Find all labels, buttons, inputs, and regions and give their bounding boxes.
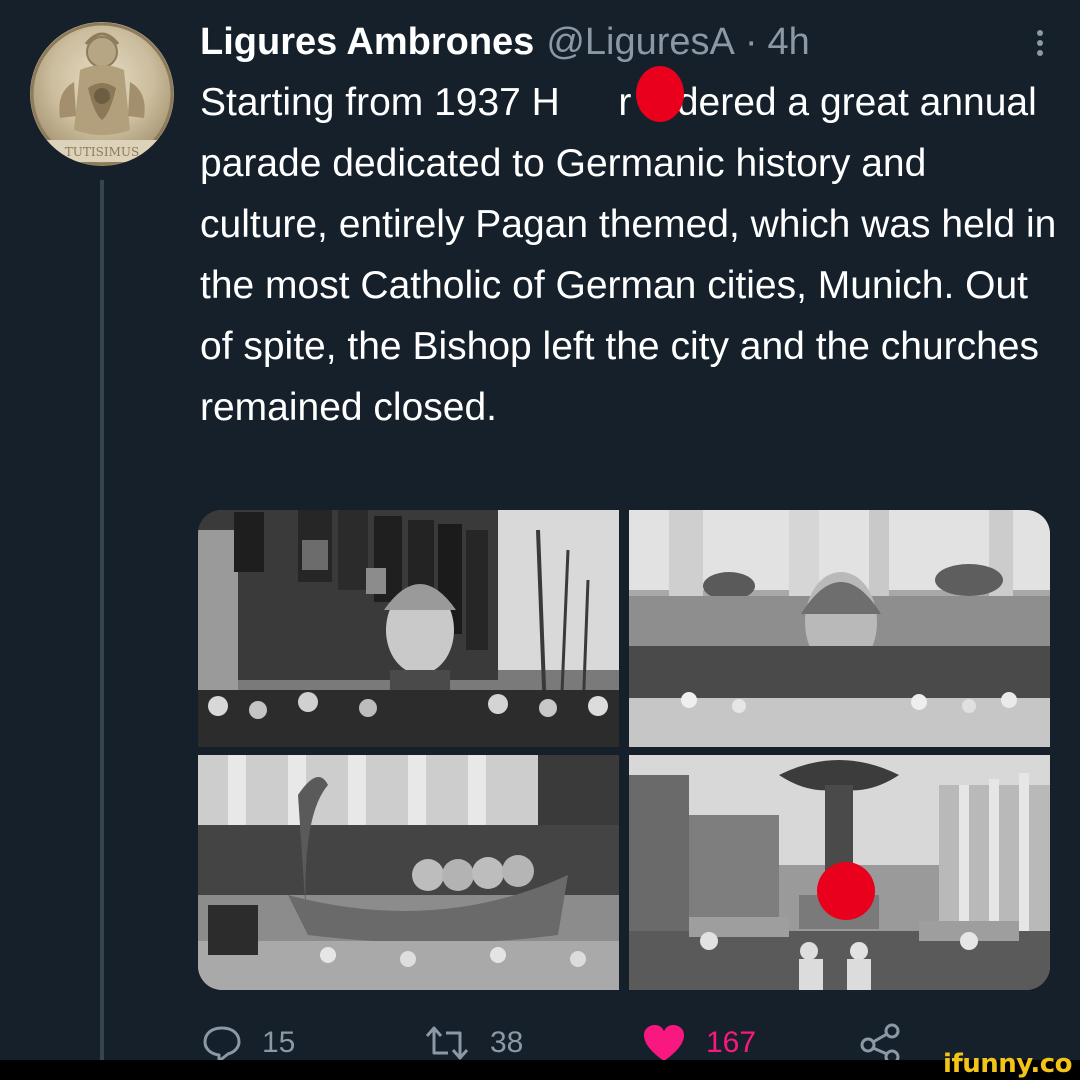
- like-count: 167: [706, 1026, 757, 1059]
- censor-dot: [817, 862, 875, 920]
- viking-ship-photo: [198, 755, 619, 990]
- heart-icon: [644, 1025, 684, 1061]
- retweet-count: 38: [490, 1026, 524, 1059]
- tweet-timestamp[interactable]: 4h: [768, 21, 810, 64]
- retweet-arrows-icon: [425, 1026, 469, 1060]
- stadium-statue-photo: [629, 510, 1050, 747]
- header-separator: ·: [744, 20, 758, 63]
- avatar-inscription: TUTISIMUS: [65, 145, 139, 159]
- photo-2[interactable]: [629, 510, 1050, 747]
- user-handle[interactable]: @LiguresA: [546, 21, 735, 64]
- share-nodes-icon: [860, 1023, 900, 1065]
- photo-3[interactable]: [198, 755, 619, 990]
- tweet-screenshot: TUTISIMUS Ligures Ambrones @LiguresA · 4…: [0, 0, 1080, 1080]
- thread-line: [100, 180, 104, 1060]
- parade-banners-photo: [198, 510, 619, 747]
- watermark-bar: [0, 1060, 1080, 1080]
- avatar[interactable]: TUTISIMUS: [30, 22, 174, 166]
- media-grid: [198, 510, 1050, 990]
- ifunny-watermark: ifunny.co: [943, 1049, 1072, 1079]
- speech-bubble-icon: [203, 1026, 241, 1063]
- photo-1[interactable]: [198, 510, 619, 747]
- censor-dot: [636, 66, 684, 122]
- more-options-icon[interactable]: [1030, 28, 1050, 58]
- display-name[interactable]: Ligures Ambrones: [200, 21, 534, 64]
- tweet-header: Ligures Ambrones @LiguresA · 4h: [200, 14, 1050, 70]
- tweet-text: Starting from 1937 H r ordered a great a…: [200, 81, 1057, 429]
- statue-medallion-icon: TUTISIMUS: [30, 22, 174, 166]
- reply-count: 15: [262, 1026, 296, 1059]
